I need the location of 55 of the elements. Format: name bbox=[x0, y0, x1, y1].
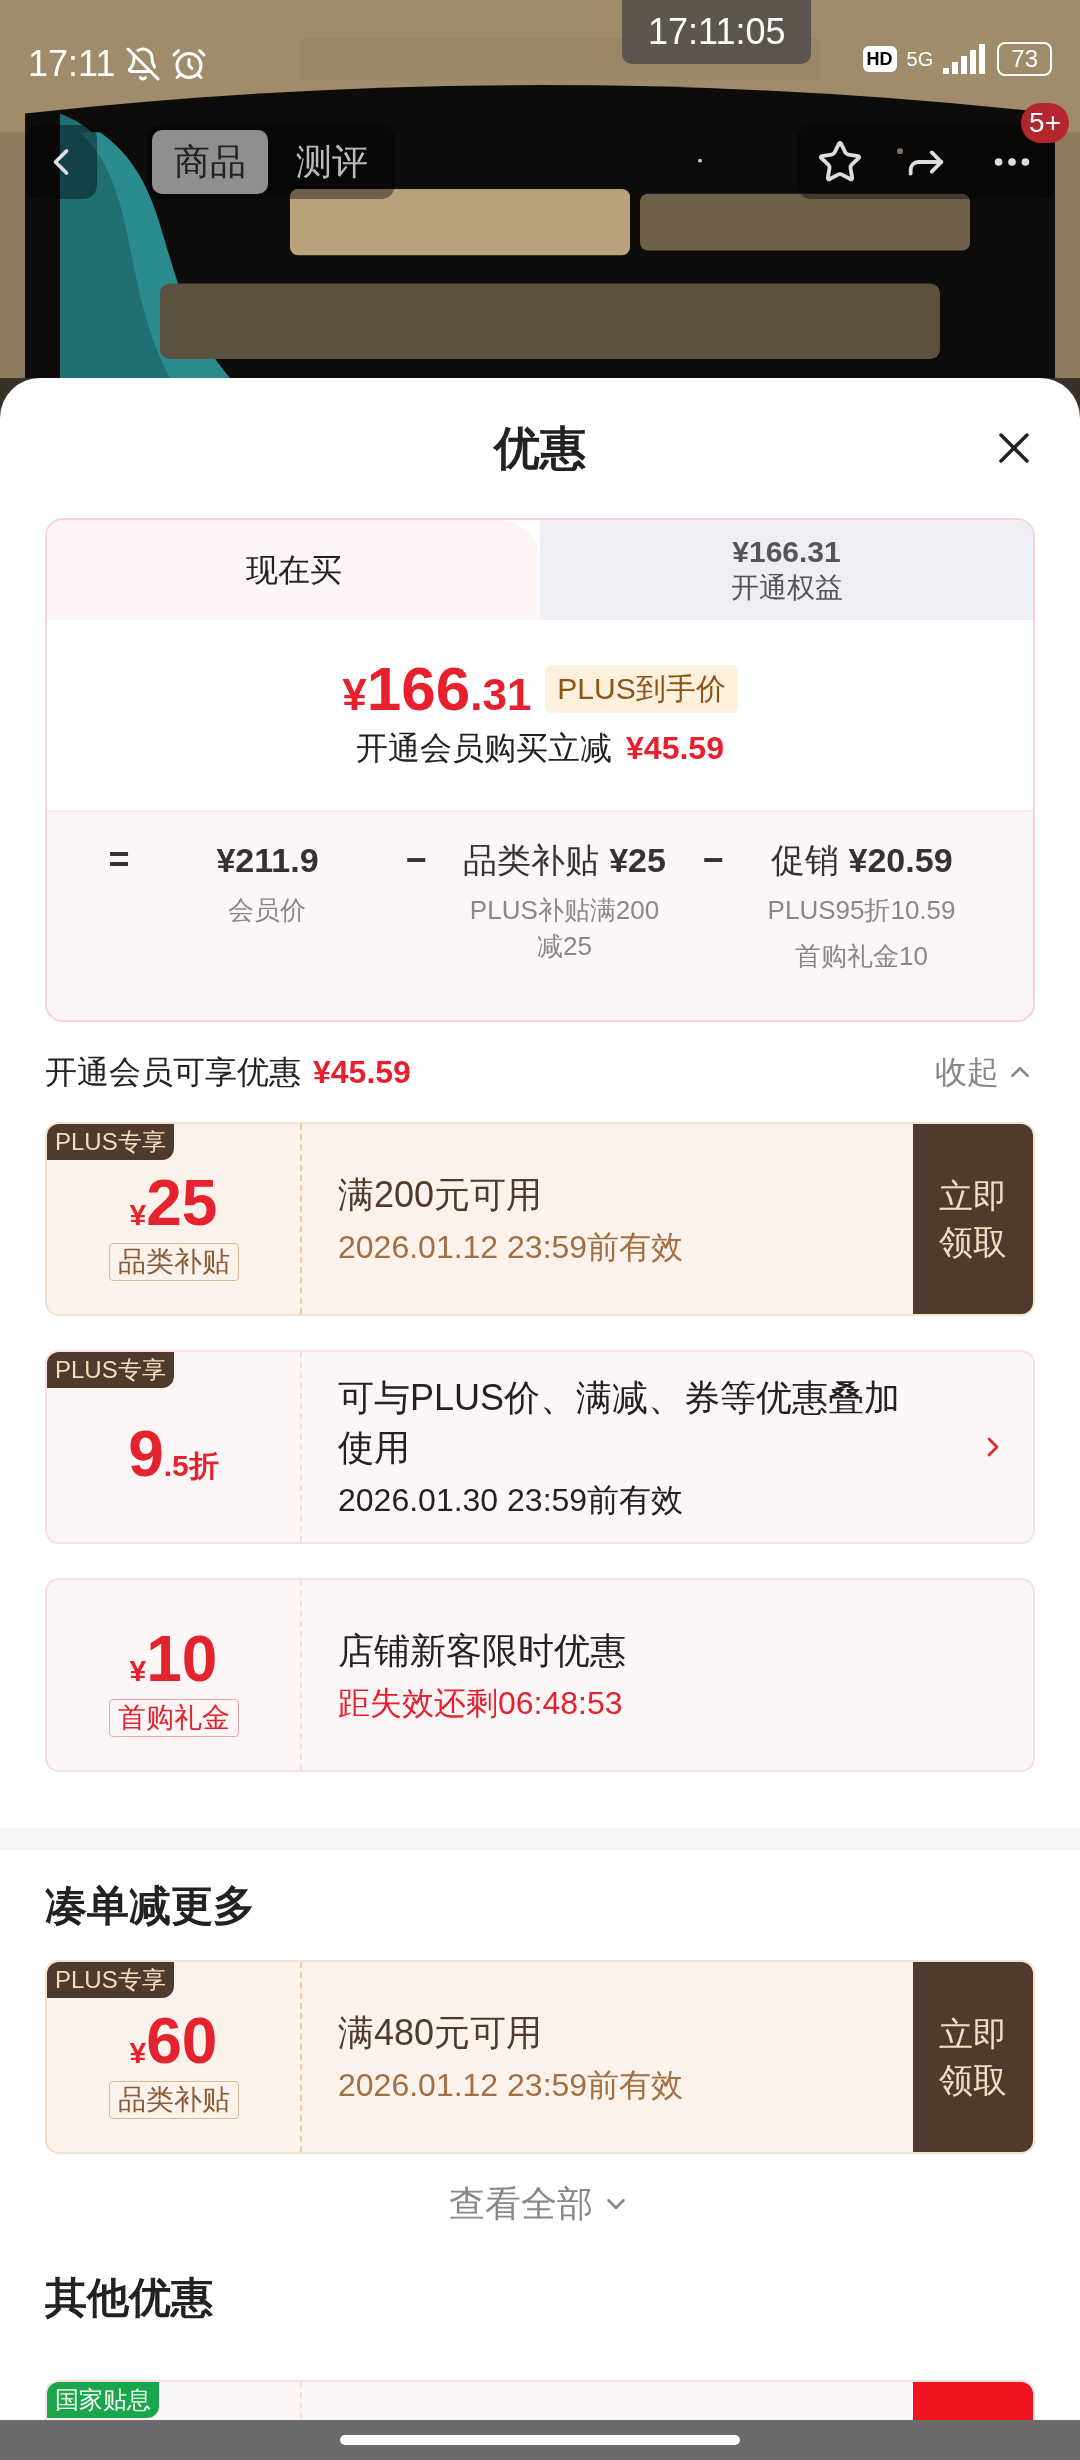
signal-icon bbox=[943, 44, 988, 74]
breakdown-value: 品类补贴 ¥25 bbox=[463, 840, 666, 881]
recording-clock: 17:11:05 bbox=[622, 0, 812, 64]
back-button[interactable] bbox=[25, 125, 97, 199]
breakdown-note: 首购礼金10 bbox=[794, 940, 929, 973]
coupon-title: 店铺新客限时优惠 bbox=[338, 1629, 627, 1673]
coupon-category: 品类补贴 bbox=[108, 2081, 239, 2119]
section-amount: ¥45.59 bbox=[313, 1053, 411, 1092]
coupon-tag: PLUS专享 bbox=[47, 1124, 174, 1160]
coupon-validity: 2026.01.12 23:59前有效 bbox=[338, 1228, 685, 1267]
coupon-validity: 2026.01.12 23:59前有效 bbox=[338, 2066, 685, 2105]
final-price: ¥166.31 bbox=[342, 658, 532, 720]
section-heading: 其他优惠 bbox=[45, 2272, 213, 2323]
breakdown-note: PLUS补贴满200减25 bbox=[468, 894, 661, 963]
coupon-amount: ¥60 bbox=[129, 2009, 218, 2073]
operator: − bbox=[702, 838, 724, 882]
coupon-amount: ¥25 bbox=[129, 1171, 218, 1235]
coupon-title: 满200元可用 bbox=[338, 1173, 544, 1217]
product-tab[interactable]: 测评 bbox=[274, 130, 390, 194]
battery-indicator: 73 bbox=[997, 42, 1052, 76]
price-tab[interactable]: 现在买 bbox=[47, 520, 540, 620]
coupon-tag: PLUS专享 bbox=[47, 1352, 174, 1388]
saving-label: 开通会员购买立减 bbox=[356, 729, 613, 768]
breakdown-note: 会员价 bbox=[227, 894, 308, 927]
section-title: 开通会员可享优惠 bbox=[45, 1053, 301, 1092]
product-tab[interactable]: 商品 bbox=[152, 130, 268, 194]
bell-off-icon bbox=[125, 46, 162, 82]
section-heading: 凑单减更多 bbox=[45, 1880, 255, 1931]
saving-amount: ¥45.59 bbox=[626, 729, 724, 768]
operator: − bbox=[405, 838, 427, 882]
status-time: 17:11 bbox=[28, 42, 116, 86]
coupon-amount: ¥10 bbox=[129, 1627, 218, 1691]
coupon-category: 首购礼金 bbox=[108, 1699, 239, 1737]
claim-button[interactable]: 立即领取 bbox=[913, 1124, 1033, 1314]
view-all-button[interactable]: 查看全部 bbox=[449, 2177, 631, 2231]
coupon-category: 品类补贴 bbox=[108, 1243, 239, 1281]
price-tab[interactable]: ¥166.31 开通权益 bbox=[540, 520, 1033, 620]
coupon-tag: PLUS专享 bbox=[47, 1962, 174, 1998]
hd-indicator: HD bbox=[862, 46, 897, 72]
coupon-title: 满480元可用 bbox=[338, 2011, 544, 2055]
collapse-button[interactable]: 收起 bbox=[935, 1048, 1035, 1096]
coupon-validity: 距失效还剩06:48:53 bbox=[338, 1684, 624, 1723]
price-tag: PLUS到手价 bbox=[545, 665, 738, 713]
coupon-validity: 2026.01.30 23:59前有效 bbox=[338, 1481, 685, 1520]
sheet-title: 优惠 bbox=[494, 420, 586, 476]
breakdown-value: 促销 ¥20.59 bbox=[770, 840, 953, 881]
claim-button[interactable]: 立即领取 bbox=[913, 1962, 1033, 2152]
coupon-title: 可与PLUS价、满减、券等优惠叠加使用 bbox=[338, 1376, 902, 1470]
network-label: 5G bbox=[906, 49, 934, 69]
breakdown-note: PLUS95折10.59 bbox=[766, 894, 957, 927]
alarm-icon bbox=[171, 46, 208, 82]
breakdown-value: ¥211.9 bbox=[216, 840, 319, 881]
coupon-tag: 国家贴息 bbox=[47, 2382, 159, 2418]
operator: = bbox=[108, 838, 130, 882]
coupon-amount: 9.5折 bbox=[128, 1422, 219, 1486]
